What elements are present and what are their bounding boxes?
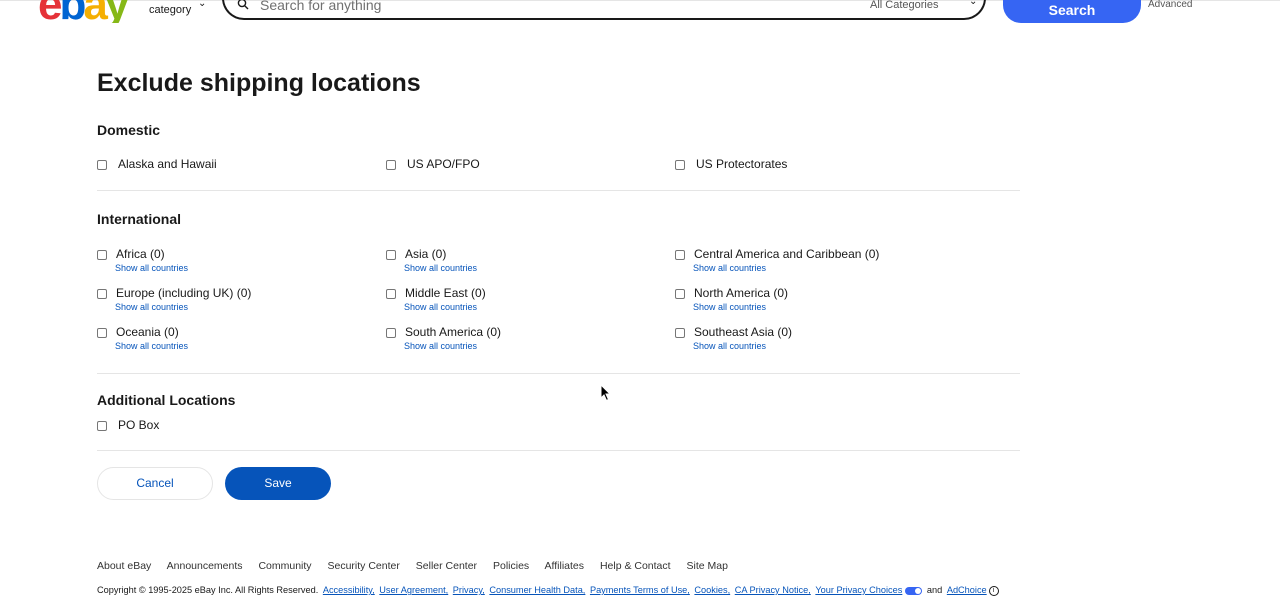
section-divider [97, 190, 1020, 191]
category-select[interactable]: All Categories [870, 0, 938, 11]
save-button[interactable]: Save [225, 467, 331, 500]
checkbox[interactable] [97, 250, 107, 260]
footer-link-announcements[interactable]: Announcements [167, 560, 243, 572]
international-section-title: International [97, 211, 182, 227]
checkbox[interactable] [675, 289, 685, 299]
additional-section-title: Additional Locations [97, 392, 236, 408]
checkbox[interactable] [386, 289, 396, 299]
footer-link-site-map[interactable]: Site Map [686, 560, 727, 572]
ebay-logo[interactable]: ebay [38, 0, 138, 23]
show-all-countries-link[interactable]: Show all countries [693, 263, 766, 273]
search-button[interactable]: Search [1003, 0, 1141, 23]
option-label[interactable]: Middle East (0) [405, 286, 486, 300]
footer-link-seller-center[interactable]: Seller Center [416, 560, 477, 572]
section-divider [97, 373, 1020, 374]
show-all-countries-link[interactable]: Show all countries [693, 341, 766, 351]
logo-letter-b: b [59, 0, 86, 23]
option-label[interactable]: US APO/FPO [407, 157, 480, 171]
footer-legal-adchoice[interactable]: AdChoice [947, 585, 987, 595]
checkbox[interactable] [97, 289, 107, 299]
option-label[interactable]: Oceania (0) [116, 325, 179, 339]
search-icon [237, 0, 249, 10]
option-label[interactable]: Southeast Asia (0) [694, 325, 792, 339]
show-all-countries-link[interactable]: Show all countries [115, 263, 188, 273]
option-label[interactable]: Asia (0) [405, 247, 446, 261]
show-all-countries-link[interactable]: Show all countries [404, 341, 477, 351]
and-text: and [926, 585, 943, 595]
option-label[interactable]: South America (0) [405, 325, 501, 339]
checkbox[interactable] [386, 328, 396, 338]
option-label[interactable]: North America (0) [694, 286, 788, 300]
footer-legal-privacy[interactable]: Privacy, [453, 585, 485, 595]
advanced-search-link[interactable]: Advanced [1148, 0, 1192, 10]
checkbox[interactable] [386, 250, 396, 260]
footer-legal-privacy-choices[interactable]: Your Privacy Choices [815, 585, 902, 595]
show-all-countries-link[interactable]: Show all countries [115, 341, 188, 351]
option-label[interactable]: Europe (including UK) (0) [116, 286, 251, 300]
shop-by-category-label: category [149, 4, 192, 16]
show-all-countries-link[interactable]: Show all countries [115, 302, 188, 312]
checkbox[interactable] [97, 421, 107, 431]
checkbox[interactable] [386, 160, 396, 170]
option-label[interactable]: PO Box [118, 418, 159, 432]
cancel-button[interactable]: Cancel [97, 467, 213, 500]
show-all-countries-link[interactable]: Show all countries [693, 302, 766, 312]
footer-legal-accessibility[interactable]: Accessibility, [323, 585, 375, 595]
domestic-section-title: Domestic [97, 122, 161, 138]
copyright-line: Copyright © 1995-2025 eBay Inc. All Righ… [97, 585, 999, 596]
category-chevron-down-icon: ⌄ [969, 0, 978, 7]
footer-links: About eBay Announcements Community Secur… [97, 560, 741, 572]
footer-link-affiliates[interactable]: Affiliates [545, 560, 585, 572]
footer-link-community[interactable]: Community [258, 560, 311, 572]
footer-link-security-center[interactable]: Security Center [327, 560, 399, 572]
footer-legal-ca-privacy[interactable]: CA Privacy Notice, [735, 585, 811, 595]
checkbox[interactable] [675, 160, 685, 170]
show-all-countries-link[interactable]: Show all countries [404, 263, 477, 273]
option-label[interactable]: US Protectorates [696, 157, 787, 171]
footer-legal-user-agreement[interactable]: User Agreement, [379, 585, 448, 595]
footer-legal-consumer-health[interactable]: Consumer Health Data, [489, 585, 585, 595]
page-title: Exclude shipping locations [97, 69, 421, 97]
footer-legal-payments-terms[interactable]: Payments Terms of Use, [590, 585, 690, 595]
adchoice-info-icon: i [988, 585, 999, 596]
copyright-text: Copyright © 1995-2025 eBay Inc. All Righ… [97, 585, 319, 595]
search-input[interactable] [260, 0, 820, 14]
privacy-choices-toggle-icon [905, 586, 923, 595]
checkbox[interactable] [675, 250, 685, 260]
show-all-countries-link[interactable]: Show all countries [404, 302, 477, 312]
option-label[interactable]: Central America and Caribbean (0) [694, 247, 879, 261]
footer-legal-cookies[interactable]: Cookies, [694, 585, 730, 595]
option-label[interactable]: Africa (0) [116, 247, 165, 261]
search-button-label: Search [1048, 2, 1096, 18]
checkbox[interactable] [97, 328, 107, 338]
section-divider [97, 450, 1020, 451]
footer-link-policies[interactable]: Policies [493, 560, 529, 572]
checkbox[interactable] [97, 160, 107, 170]
option-label[interactable]: Alaska and Hawaii [118, 157, 217, 171]
logo-letter-y: y [105, 0, 130, 23]
chevron-down-icon: ⌄ [198, 0, 207, 9]
checkbox[interactable] [675, 328, 685, 338]
logo-letter-a: a [83, 0, 108, 23]
mouse-cursor-icon [600, 384, 612, 402]
footer-link-help-contact[interactable]: Help & Contact [600, 560, 671, 572]
shop-by-category-button[interactable]: category ⌄ [149, 0, 206, 16]
footer-link-about[interactable]: About eBay [97, 560, 151, 572]
logo-letter-e: e [38, 0, 63, 23]
